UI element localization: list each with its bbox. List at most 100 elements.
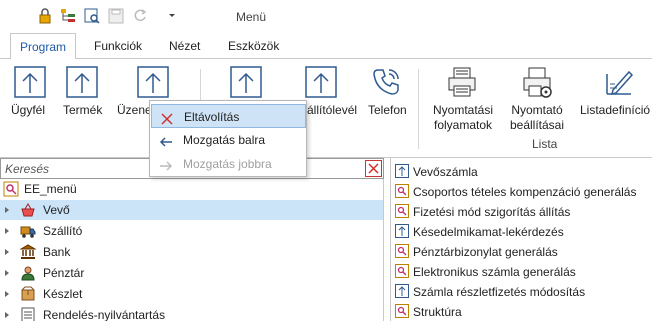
cashier-icon	[20, 265, 36, 281]
list-item-reszletfizetes[interactable]: Számla részletfizetés módosítás	[391, 282, 652, 302]
menu-item-mozgatas-balra[interactable]: Mozgatás balra	[151, 128, 306, 152]
tree-item-label: Pénztár	[43, 266, 85, 280]
tree-root[interactable]: EE_menü	[0, 179, 383, 199]
arrow-up-box-icon	[66, 66, 98, 98]
list-item-penztarbizonylat[interactable]: Pénztárbizonylat generálás	[391, 242, 652, 262]
telefon-button[interactable]: Telefon	[364, 59, 414, 139]
lock-icon[interactable]	[37, 8, 53, 24]
tab-nezet[interactable]: Nézet	[160, 33, 209, 59]
expand-icon[interactable]	[5, 291, 9, 297]
arrow-left-icon	[159, 133, 173, 147]
tree-item-keszlet[interactable]: Készlet	[0, 284, 383, 304]
ugyfel-button[interactable]: Ügyfél	[0, 59, 60, 139]
menu-item-label: Eltávolítás	[184, 110, 240, 124]
magnifier-doc-icon	[395, 184, 409, 198]
list-item-label: Számla részletfizetés módosítás	[413, 285, 586, 299]
magnifier-doc-icon	[395, 304, 409, 318]
szallitolevel-label: állítólevél	[307, 103, 358, 117]
nyomtatasi-folyamatok-label: Nyomtatási folyamatok	[432, 103, 494, 132]
list-item-elektronikus-szamla[interactable]: Elektronikus számla generálás	[391, 262, 652, 282]
phone-icon	[370, 66, 402, 98]
ribbon-tabs: Program Funkciók Nézet Eszközök	[0, 33, 652, 60]
magnifier-doc-icon	[395, 204, 409, 218]
expand-icon[interactable]	[5, 228, 9, 234]
arrow-up-box-icon	[395, 164, 409, 178]
expand-icon[interactable]	[5, 249, 9, 255]
printer-icon	[446, 66, 478, 98]
preview-icon[interactable]	[84, 8, 100, 24]
list-item-label: Struktúra	[413, 305, 462, 319]
nyomtato-beallitasai-label: Nyomtató beállításai	[509, 103, 565, 132]
menu-item-eltavolitas[interactable]: Eltávolítás	[151, 104, 306, 128]
expand-icon[interactable]	[5, 270, 9, 276]
magnifier-doc-icon	[395, 244, 409, 258]
ugyfel-label: Ügyfél	[11, 103, 46, 117]
printer-settings-icon	[521, 66, 553, 98]
tab-eszkozok[interactable]: Eszközök	[219, 33, 288, 59]
magnifier-doc-icon	[3, 181, 19, 197]
arrow-up-box-icon	[395, 284, 409, 298]
tab-program[interactable]: Program	[10, 33, 77, 60]
box-icon	[20, 286, 36, 302]
tree-item-label: Rendelés-nyilvántartás	[43, 308, 166, 321]
menu-item-label: Mozgatás jobbra	[183, 157, 272, 171]
tree-item-label: Bank	[43, 245, 71, 259]
title-bar: Menü	[0, 0, 652, 33]
list-item-kesedelmikamat[interactable]: Késedelmikamat-lekérdezés	[391, 222, 652, 242]
refresh-icon[interactable]	[132, 8, 148, 24]
list-item-kompenzacio[interactable]: Csoportos tételes kompenzáció generálás	[391, 182, 652, 202]
arrow-up-box-icon	[395, 224, 409, 238]
list-item-label: Pénztárbizonylat generálás	[413, 245, 558, 259]
list-item-struktura[interactable]: Struktúra	[391, 302, 652, 321]
search-placeholder: Keresés	[5, 162, 50, 176]
tree-item-vevo[interactable]: Vevő	[0, 200, 383, 220]
list-item-vevoszamla[interactable]: Vevőszámla	[391, 162, 652, 182]
function-list: Vevőszámla Csoportos tételes kompenzáció…	[390, 158, 652, 321]
tree-item-label: Készlet	[43, 287, 83, 301]
tree-item-rendeles[interactable]: Rendelés-nyilvántartás	[0, 305, 383, 321]
listadefinicio-label: Listadefiníció	[580, 103, 651, 117]
tree-item-label: Szállító	[43, 224, 83, 238]
tree-root-label: EE_menü	[24, 182, 77, 196]
tree-item-szallito[interactable]: Szállító	[0, 221, 383, 241]
dropdown-icon[interactable]	[164, 8, 180, 24]
nyomtato-beallitasai-button[interactable]: Nyomtató beállításai	[500, 59, 574, 139]
uzenet-label: Üzene	[117, 103, 152, 117]
menu-item-mozgatas-jobbra[interactable]: Mozgatás jobbra	[151, 152, 306, 176]
arrow-up-box-icon	[230, 66, 262, 98]
expand-icon[interactable]	[5, 312, 9, 318]
termek-button[interactable]: Termék	[60, 59, 110, 139]
menu-tree: EE_menü Vevő Szállító Bank Pénztár Készl	[0, 179, 384, 321]
tree-item-penztar[interactable]: Pénztár	[0, 263, 383, 283]
nyomtatasi-folyamatok-button[interactable]: Nyomtatási folyamatok	[426, 59, 498, 139]
window-title: Menü	[236, 10, 267, 24]
context-menu: Eltávolítás Mozgatás balra Mozgatás jobb…	[149, 100, 307, 177]
arrow-up-box-icon	[305, 66, 337, 98]
expand-icon[interactable]	[5, 207, 9, 213]
list-item-label: Késedelmikamat-lekérdezés	[413, 225, 564, 239]
clear-search-icon[interactable]	[365, 160, 382, 177]
truck-icon	[20, 223, 36, 239]
ribbon-group-label: Lista	[532, 137, 558, 151]
save-icon[interactable]	[108, 8, 124, 24]
edit-list-icon	[603, 66, 635, 98]
listadefinicio-button[interactable]: Listadefiníció	[576, 59, 652, 139]
tab-funkciok[interactable]: Funkciók	[85, 33, 151, 59]
arrow-up-box-icon	[137, 66, 169, 98]
ribbon: Ügyfél Termék Üzene állítólevél Telefon	[0, 59, 652, 158]
document-icon	[20, 307, 36, 321]
list-item-fizetesi-mod[interactable]: Fizetési mód szigorítás állítás	[391, 202, 652, 222]
ribbon-separator	[418, 69, 419, 149]
menu-item-label: Mozgatás balra	[183, 133, 266, 147]
list-item-label: Vevőszámla	[413, 165, 478, 179]
tree-item-label: Vevő	[43, 203, 70, 217]
tree-icon[interactable]	[60, 8, 76, 24]
list-item-label: Fizetési mód szigorítás állítás	[413, 205, 571, 219]
magnifier-doc-icon	[395, 264, 409, 278]
list-item-label: Csoportos tételes kompenzáció generálás	[413, 185, 637, 199]
termek-label: Termék	[63, 103, 103, 117]
tree-item-bank[interactable]: Bank	[0, 242, 383, 262]
x-icon	[160, 110, 174, 125]
arrow-up-box-icon	[14, 66, 46, 98]
arrow-right-icon	[159, 157, 173, 171]
